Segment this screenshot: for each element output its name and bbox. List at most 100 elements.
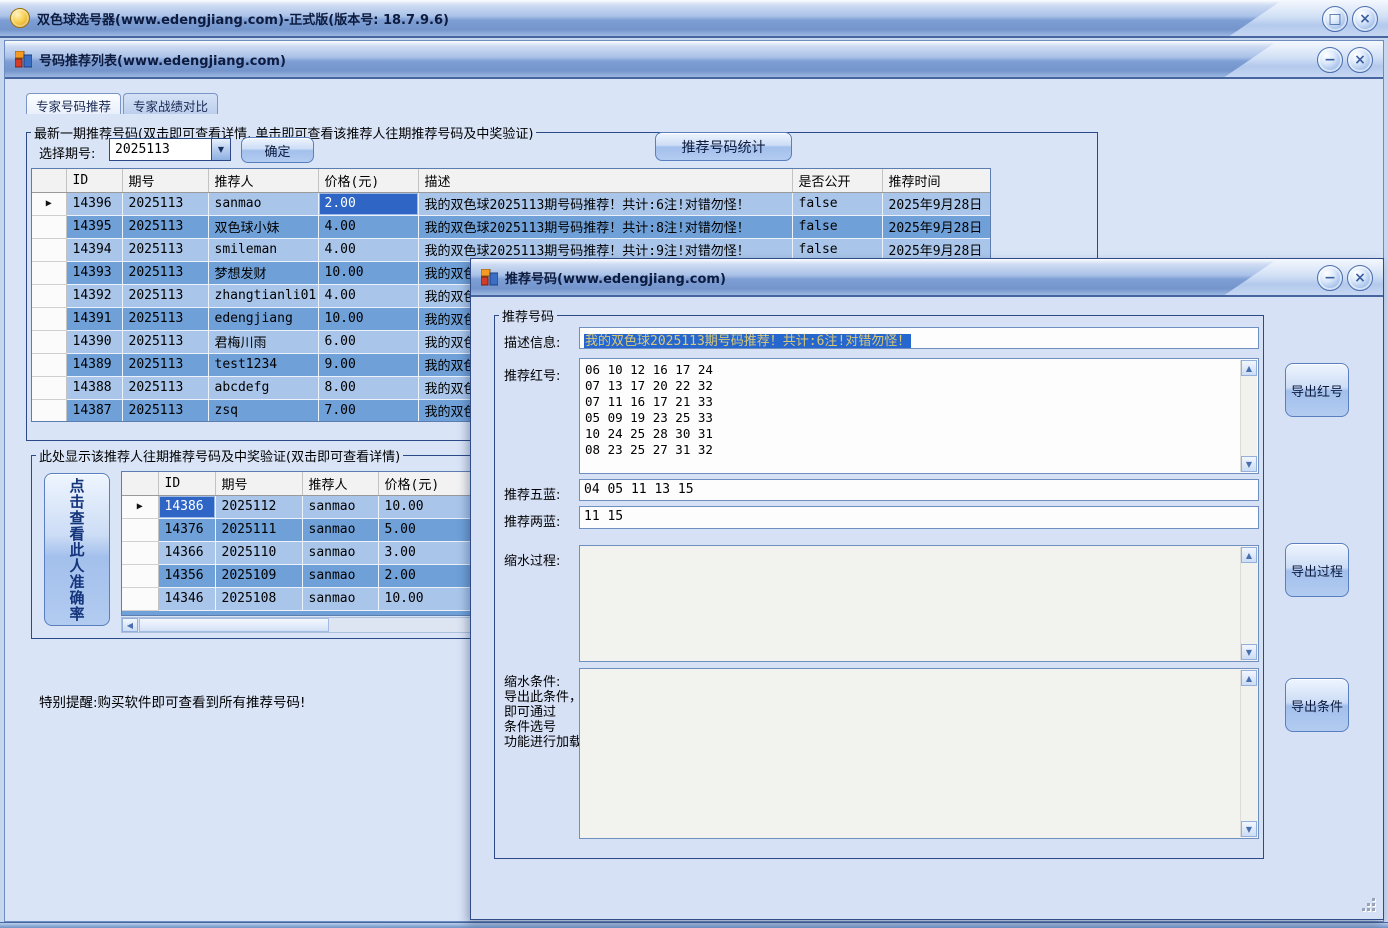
row-selector[interactable] xyxy=(32,307,66,330)
desc-field[interactable]: 我的双色球2025113期号码推荐！共计:6注!对错勿怪！ xyxy=(579,327,1259,349)
cell[interactable]: 10.00 xyxy=(318,261,418,284)
cell[interactable]: 我的双色球2025113期号码推荐！共计:6注!对错勿怪！ xyxy=(418,192,792,215)
cell[interactable]: 4.00 xyxy=(318,238,418,261)
tab-expert-compare[interactable]: 专家战绩对比 xyxy=(123,93,218,114)
cell[interactable]: 14346 xyxy=(158,587,215,610)
scroll-down-icon[interactable]: ▼ xyxy=(1241,644,1257,660)
dialog-minimize-button[interactable]: − xyxy=(1317,265,1343,291)
resize-grip[interactable] xyxy=(1363,899,1375,911)
accuracy-button[interactable]: 点击查看此人准确率 xyxy=(44,473,110,626)
cell[interactable]: 2025108 xyxy=(215,587,302,610)
vertical-scrollbar[interactable]: ▲ ▼ xyxy=(1240,360,1257,472)
table-row[interactable]: 143952025113双色球小妹4.00我的双色球2025113期号码推荐！共… xyxy=(32,215,991,238)
cell[interactable]: 14387 xyxy=(66,399,122,422)
stats-button[interactable]: 推荐号码统计 xyxy=(655,132,792,161)
chevron-down-icon[interactable]: ▼ xyxy=(211,139,230,160)
condition-area[interactable]: ▲ ▼ xyxy=(579,668,1259,839)
confirm-button[interactable]: 确定 xyxy=(241,137,314,163)
column-header[interactable]: 推荐时间 xyxy=(882,169,991,192)
table-row[interactable]: ▶143962025113sanmao2.00我的双色球2025113期号码推荐… xyxy=(32,192,991,215)
column-header[interactable]: 价格(元) xyxy=(378,472,471,495)
row-selector[interactable]: ▶ xyxy=(32,192,66,215)
cell[interactable]: 6.00 xyxy=(318,330,418,353)
cell[interactable]: 8.00 xyxy=(318,376,418,399)
two-blue-field[interactable]: 11 15 xyxy=(579,506,1259,529)
cell[interactable]: sanmao xyxy=(302,564,378,587)
row-selector[interactable] xyxy=(32,330,66,353)
row-selector[interactable] xyxy=(32,376,66,399)
row-selector[interactable]: ▶ xyxy=(122,495,158,518)
row-selector[interactable] xyxy=(32,284,66,307)
cell[interactable]: 14394 xyxy=(66,238,122,261)
cell[interactable]: sanmao xyxy=(208,192,318,215)
cell[interactable]: 14356 xyxy=(158,564,215,587)
cell[interactable]: 10.00 xyxy=(318,307,418,330)
cell[interactable]: 2.00 xyxy=(318,192,418,215)
tab-expert-recommend[interactable]: 专家号码推荐 xyxy=(26,93,121,114)
cell[interactable]: 3.00 xyxy=(378,541,471,564)
column-header[interactable]: 期号 xyxy=(215,472,302,495)
red-numbers-area[interactable]: 06 10 12 16 17 24 07 13 17 20 22 32 07 1… xyxy=(579,358,1259,474)
cell[interactable]: 2025113 xyxy=(122,330,208,353)
close-button[interactable]: × xyxy=(1352,6,1378,32)
cell[interactable]: 14388 xyxy=(66,376,122,399)
column-header[interactable]: 描述 xyxy=(418,169,792,192)
cell[interactable]: 2025113 xyxy=(122,192,208,215)
cell[interactable]: 2025113 xyxy=(122,376,208,399)
cell[interactable]: 14390 xyxy=(66,330,122,353)
cell[interactable]: 10.00 xyxy=(378,587,471,610)
cell[interactable]: 14395 xyxy=(66,215,122,238)
cell[interactable]: 5.00 xyxy=(378,518,471,541)
export-red-button[interactable]: 导出红号 xyxy=(1285,363,1349,417)
cell[interactable]: 2025年9月28日 xyxy=(882,215,991,238)
column-header[interactable]: 期号 xyxy=(122,169,208,192)
column-header[interactable]: 推荐人 xyxy=(208,169,318,192)
cell[interactable]: 梦想发财 xyxy=(208,261,318,284)
cell[interactable]: 14389 xyxy=(66,353,122,376)
column-header[interactable]: ID xyxy=(66,169,122,192)
cell[interactable]: 君梅川雨 xyxy=(208,330,318,353)
row-selector[interactable] xyxy=(122,541,158,564)
cell[interactable]: zhangtianli01 xyxy=(208,284,318,307)
cell[interactable]: 14393 xyxy=(66,261,122,284)
vertical-scrollbar[interactable]: ▲ ▼ xyxy=(1240,670,1257,837)
cell[interactable]: sanmao xyxy=(302,587,378,610)
scroll-down-icon[interactable]: ▼ xyxy=(1241,456,1257,472)
cell[interactable]: sanmao xyxy=(302,541,378,564)
cell[interactable]: sanmao xyxy=(302,495,378,518)
cell[interactable]: 14396 xyxy=(66,192,122,215)
table-row[interactable]: 143562025109sanmao2.00 xyxy=(122,564,471,587)
process-area[interactable]: ▲ ▼ xyxy=(579,545,1259,662)
cell[interactable]: 7.00 xyxy=(318,399,418,422)
cell[interactable]: edengjiang xyxy=(208,307,318,330)
cell[interactable]: 2025年9月28日 xyxy=(882,192,991,215)
cell[interactable]: abcdefg xyxy=(208,376,318,399)
row-selector[interactable] xyxy=(122,564,158,587)
scroll-left-icon[interactable]: ◀ xyxy=(122,618,138,632)
cell[interactable]: false xyxy=(792,192,882,215)
maximize-button[interactable]: □ xyxy=(1322,6,1348,32)
cell[interactable]: 我的双色球2025113期号码推荐！共计:8注!对错勿怪！ xyxy=(418,215,792,238)
cell[interactable]: 2025113 xyxy=(122,353,208,376)
cell[interactable]: 2025113 xyxy=(122,238,208,261)
cell[interactable]: 4.00 xyxy=(318,284,418,307)
cell[interactable]: test1234 xyxy=(208,353,318,376)
scrollbar-thumb[interactable] xyxy=(139,618,329,632)
cell[interactable]: 2025113 xyxy=(122,215,208,238)
scroll-down-icon[interactable]: ▼ xyxy=(1241,821,1257,837)
export-condition-button[interactable]: 导出条件 xyxy=(1285,678,1349,732)
export-process-button[interactable]: 导出过程 xyxy=(1285,543,1349,597)
row-selector[interactable] xyxy=(32,353,66,376)
cell[interactable]: 14376 xyxy=(158,518,215,541)
dialog-close-button[interactable]: × xyxy=(1347,265,1373,291)
five-blue-field[interactable]: 04 05 11 13 15 xyxy=(579,479,1259,501)
cell[interactable]: false xyxy=(792,215,882,238)
cell[interactable]: 2025113 xyxy=(122,399,208,422)
scroll-up-icon[interactable]: ▲ xyxy=(1241,670,1257,686)
row-selector[interactable] xyxy=(32,238,66,261)
cell[interactable]: 2025110 xyxy=(215,541,302,564)
column-header[interactable]: 推荐人 xyxy=(302,472,378,495)
table-row[interactable]: 143462025108sanmao10.00 xyxy=(122,587,471,610)
cell[interactable]: 14366 xyxy=(158,541,215,564)
cell[interactable]: 双色球小妹 xyxy=(208,215,318,238)
